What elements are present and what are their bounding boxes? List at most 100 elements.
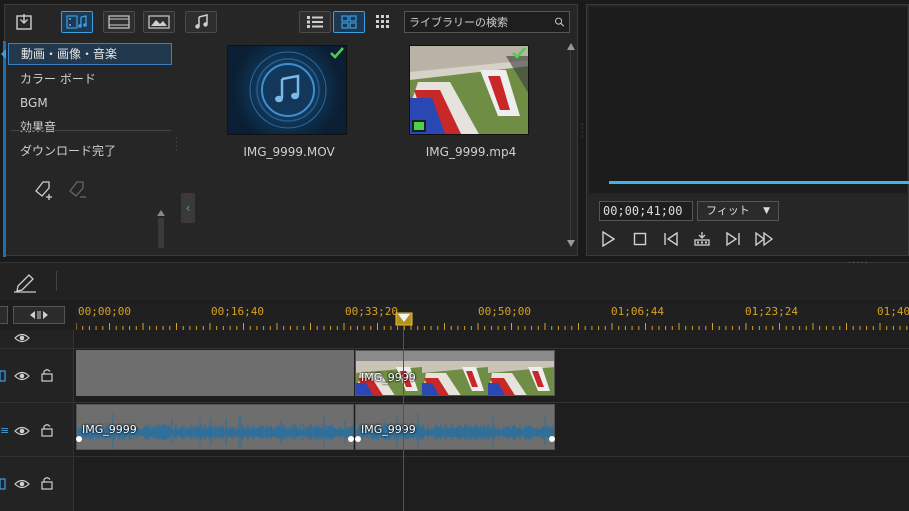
volume-keyframe[interactable]: [355, 436, 361, 442]
audio-thumbnail[interactable]: [227, 45, 347, 135]
remove-tag-icon[interactable]: [67, 179, 89, 201]
track-visibility-icon[interactable]: [14, 425, 30, 440]
media-grid: IMG_9999.MOV IMG_9999.mp4: [183, 41, 563, 255]
list-view-button[interactable]: [299, 11, 331, 33]
panel-left-arrow-icon: [1, 49, 6, 59]
music-note-icon: [195, 14, 208, 29]
preview-progress-bar[interactable]: [609, 181, 909, 184]
fit-timeline-button[interactable]: [13, 306, 65, 324]
play-button[interactable]: [597, 229, 619, 249]
category-downloads[interactable]: ダウンロード完了: [8, 139, 174, 163]
previous-frame-icon: [664, 231, 678, 247]
timeline-ruler[interactable]: 00;00;00 00;16;40 00;33;20 00;50;00 01;0…: [76, 304, 909, 330]
media-item-mp4[interactable]: IMG_9999.mp4: [409, 45, 533, 159]
grid-view-icon: [341, 15, 357, 29]
video-track-icon: [0, 370, 6, 385]
ruler-label: 00;33;20: [345, 305, 398, 318]
sort-grid-icon[interactable]: [375, 14, 391, 30]
track-visibility-icon[interactable]: [14, 370, 30, 385]
category-color-board[interactable]: カラー ボード: [8, 67, 174, 91]
audio-clip[interactable]: IMG_9999: [355, 404, 555, 450]
ruler-label: 01;06;44: [611, 305, 664, 318]
search-icon[interactable]: [554, 13, 565, 31]
next-frame-icon: [726, 231, 740, 247]
track-separator: [0, 456, 909, 457]
clip-title: IMG_9999: [361, 423, 416, 436]
zoom-fit-select[interactable]: フィット ▼: [697, 201, 779, 221]
preview-screen: [589, 7, 907, 193]
track-lock-icon[interactable]: [40, 476, 54, 493]
track-separator: [0, 348, 909, 349]
all-media-filter-button[interactable]: [61, 11, 93, 33]
fast-forward-button[interactable]: [753, 229, 775, 249]
library-search-box[interactable]: [404, 11, 570, 33]
check-icon: [330, 47, 344, 59]
edit-pen-icon[interactable]: [12, 271, 38, 293]
next-frame-button[interactable]: [722, 229, 744, 249]
panel-splitter-dots[interactable]: · · · ·: [175, 135, 178, 157]
media-item-name: IMG_9999.MOV: [243, 145, 335, 159]
track-lock-icon[interactable]: [40, 423, 54, 440]
volume-keyframe[interactable]: [76, 436, 82, 442]
stop-button[interactable]: [629, 229, 651, 249]
panel-accent-bar: [3, 41, 6, 257]
snapshot-button[interactable]: [691, 229, 713, 249]
ruler-label: 00;00;00: [78, 305, 131, 318]
track-header-toggle[interactable]: [0, 306, 8, 324]
film-icon: [108, 15, 130, 29]
track-visibility-icon[interactable]: [14, 332, 30, 347]
ruler-label: 00;16;40: [211, 305, 264, 318]
video-filter-button[interactable]: [103, 11, 135, 33]
video-clip[interactable]: IMG_9999: [355, 350, 555, 396]
video-type-icon: [412, 120, 426, 132]
playhead-line[interactable]: [403, 318, 404, 511]
music-note-icon: [249, 51, 327, 129]
track-lock-icon[interactable]: [40, 368, 54, 385]
panel-resize-grip[interactable]: ·····: [848, 258, 869, 269]
category-bgm[interactable]: BGM: [8, 91, 174, 115]
audio-filter-button[interactable]: [185, 11, 217, 33]
library-search-input[interactable]: [405, 15, 554, 29]
import-media-icon[interactable]: [15, 13, 35, 31]
media-item-mov[interactable]: IMG_9999.MOV: [227, 45, 351, 159]
chevron-left-icon: ‹: [185, 201, 191, 215]
preview-splitter-dots[interactable]: · · · ·: [581, 121, 584, 143]
video-thumbnail[interactable]: [409, 45, 529, 135]
image-filter-button[interactable]: [143, 11, 175, 33]
ruler-label: 01;40: [877, 305, 909, 318]
timeline-toolbar: [0, 262, 909, 300]
media-filter-icon: [66, 15, 87, 29]
media-library-panel: 動画・画像・音楽 カラー ボード BGM 効果音 ダウンロード完了 ····: [1, 4, 578, 257]
video-track-empty-region[interactable]: [76, 350, 354, 396]
media-item-name: IMG_9999.mp4: [425, 145, 517, 159]
preview-panel: · · · · 00;00;41;00 フィット ▼: [581, 4, 909, 256]
video-track-icon: [0, 478, 6, 493]
image-icon: [148, 15, 170, 29]
fast-forward-icon: [755, 231, 774, 247]
clip-title: IMG_9999: [82, 423, 137, 436]
track-visibility-icon[interactable]: [14, 478, 30, 493]
media-scrollbar[interactable]: [566, 43, 576, 253]
previous-frame-button[interactable]: [660, 229, 682, 249]
snapshot-icon: [694, 232, 710, 246]
ruler-label: 00;50;00: [478, 305, 531, 318]
category-list: 動画・画像・音楽 カラー ボード BGM 効果音 ダウンロード完了: [8, 43, 174, 255]
playhead-marker[interactable]: [395, 312, 413, 328]
ruler-label: 01;23;24: [745, 305, 798, 318]
grid-view-button[interactable]: [333, 11, 365, 33]
audio-clip[interactable]: IMG_9999: [76, 404, 354, 450]
category-media[interactable]: 動画・画像・音楽: [8, 43, 172, 65]
timecode-display[interactable]: 00;00;41;00: [599, 201, 693, 221]
category-sound-effects[interactable]: 効果音: [8, 115, 174, 139]
volume-keyframe[interactable]: [348, 436, 354, 442]
toolbar-divider: [56, 271, 57, 291]
check-icon: [512, 47, 526, 59]
stop-icon: [633, 232, 647, 246]
category-scrollbar[interactable]: [157, 210, 165, 254]
track-separator: [0, 402, 909, 403]
fit-timeline-icon: [30, 311, 48, 319]
play-icon: [602, 231, 615, 247]
volume-keyframe[interactable]: [549, 436, 555, 442]
collapse-panel-button[interactable]: ‹: [181, 193, 195, 223]
add-tag-icon[interactable]: [33, 179, 55, 201]
